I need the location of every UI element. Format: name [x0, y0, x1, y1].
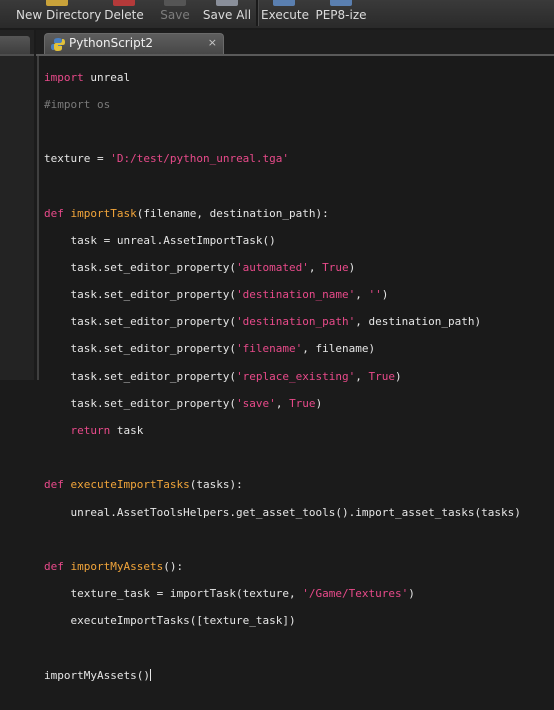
toolbar-separator — [256, 0, 259, 26]
code-text: ) — [395, 369, 402, 383]
comment: #import os — [44, 97, 111, 111]
code-line: return task — [44, 424, 521, 438]
save-icon — [164, 0, 186, 6]
code-editor[interactable]: import unreal #import os texture = 'D:/t… — [37, 56, 554, 682]
code-text: import unreal #import os texture = 'D:/t… — [44, 57, 521, 710]
code-line: def importMyAssets(): — [44, 560, 521, 574]
code-text: unreal.AssetToolsHelpers.get_asset_tools… — [44, 505, 521, 519]
code-text: task.set_editor_property( — [44, 342, 237, 356]
code-text: ) — [348, 260, 356, 274]
string: 'filename' — [236, 342, 303, 356]
code-text: ) — [381, 288, 389, 302]
delete-icon — [113, 0, 135, 6]
execute-icon — [273, 0, 295, 6]
string: '' — [368, 288, 382, 302]
string: 'destination_path' — [236, 315, 356, 329]
code-line: def importTask(filename, destination_pat… — [44, 207, 521, 221]
keyword: import — [44, 70, 84, 84]
code-text: executeImportTasks([texture_task]) — [44, 614, 296, 628]
string: 'D:/test/python_unreal.tga' — [110, 152, 290, 166]
function-name: importMyAssets — [70, 559, 164, 573]
pep8-icon — [330, 0, 352, 6]
code-line: executeImportTasks([texture_task]) — [44, 614, 521, 628]
code-text: texture_task = importTask(texture, — [44, 587, 303, 601]
string: '/Game/Textures' — [302, 587, 409, 601]
save-all-button[interactable]: Save All — [202, 0, 252, 28]
code-text: task.set_editor_property( — [44, 315, 237, 329]
code-line: #import os — [44, 98, 521, 112]
code-text: task.set_editor_property( — [44, 396, 237, 410]
code-text: (filename, destination_path): — [136, 206, 329, 220]
function-name: executeImportTasks — [70, 478, 190, 492]
folder-plus-icon — [46, 0, 68, 6]
save-all-icon — [216, 0, 238, 6]
tab-pythonscript2[interactable]: PythonScript2 × — [44, 33, 224, 54]
keyword: True — [368, 369, 396, 383]
code-text: (tasks): — [189, 478, 243, 492]
code-text: , — [308, 260, 323, 274]
keyword: True — [289, 396, 316, 410]
code-text: , — [275, 396, 290, 410]
code-text: unreal — [83, 70, 131, 84]
execute-button[interactable]: Execute — [261, 0, 309, 28]
code-line: task.set_editor_property('destination_na… — [44, 288, 521, 302]
text-cursor — [149, 668, 151, 681]
code-text: ) — [315, 396, 323, 410]
code-line: texture = 'D:/test/python_unreal.tga' — [44, 152, 521, 166]
code-text: task.set_editor_property( — [44, 260, 237, 274]
code-line: task.set_editor_property('replace_existi… — [44, 370, 521, 384]
file-browser-panel — [0, 30, 34, 380]
code-line: task = unreal.AssetImportTask() — [44, 234, 521, 248]
code-line: task.set_editor_property('automated', Tr… — [44, 261, 521, 275]
keyword: True — [322, 260, 349, 274]
tab-title: PythonScript2 — [69, 36, 154, 50]
code-text: texture = — [44, 152, 111, 166]
keyword: def — [44, 478, 64, 492]
code-line: import unreal — [44, 71, 521, 85]
code-text: importMyAssets() — [44, 668, 150, 682]
code-text: , — [355, 369, 369, 383]
code-line: task.set_editor_property('destination_pa… — [44, 315, 521, 329]
panel-divider — [0, 54, 34, 56]
editor-tab-strip: PythonScript2 × — [36, 30, 554, 54]
string: 'save' — [236, 396, 276, 410]
code-line: importMyAssets() — [44, 668, 521, 683]
file-browser-tab[interactable] — [0, 36, 30, 54]
code-line: task.set_editor_property('save', True) — [44, 397, 521, 411]
keyword: def — [44, 206, 64, 220]
code-line: texture_task = importTask(texture, '/Gam… — [44, 587, 521, 601]
code-line: def executeImportTasks(tasks): — [44, 478, 521, 492]
code-text: , — [355, 288, 369, 302]
code-text: task = unreal.AssetImportTask() — [44, 233, 276, 247]
code-text: task.set_editor_property( — [44, 288, 237, 302]
keyword: def — [44, 559, 64, 573]
code-text: task.set_editor_property( — [44, 369, 237, 383]
new-directory-button[interactable]: New Directory — [16, 0, 101, 28]
pep8-ize-button[interactable]: PEP8-ize — [313, 0, 369, 28]
code-text: , filename) — [302, 342, 376, 356]
keyword: return — [70, 424, 111, 438]
toolbar: New Directory Delete Save Save All Execu… — [0, 0, 554, 28]
string: 'destination_name' — [236, 288, 356, 302]
python-file-icon — [51, 38, 65, 51]
function-name: importTask — [70, 206, 137, 220]
code-text: ) — [408, 587, 415, 601]
close-icon[interactable]: × — [208, 36, 217, 49]
code-text: task — [110, 424, 144, 438]
save-button[interactable]: Save — [156, 0, 194, 28]
code-text: , destination_path) — [355, 315, 482, 329]
code-line: unreal.AssetToolsHelpers.get_asset_tools… — [44, 505, 521, 520]
delete-button[interactable]: Delete — [102, 0, 146, 28]
code-line: task.set_editor_property('filename', fil… — [44, 342, 521, 356]
string: 'automated' — [236, 260, 309, 274]
string: 'replace_existing' — [236, 369, 356, 383]
code-text: (): — [163, 559, 184, 573]
